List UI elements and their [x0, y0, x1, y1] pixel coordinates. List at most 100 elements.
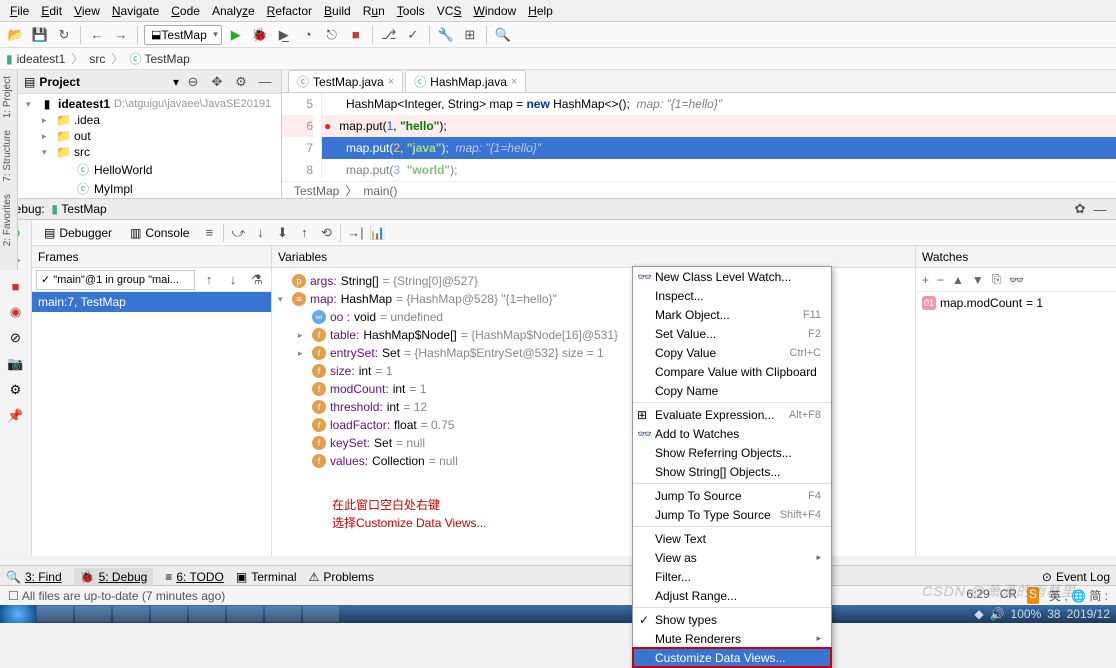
run-to-cursor-icon[interactable]: →|	[345, 223, 365, 243]
menu-file[interactable]: FFileile	[4, 4, 35, 18]
gear-icon[interactable]: ✿	[1070, 199, 1090, 219]
hide-icon[interactable]: —	[255, 72, 275, 92]
taskbar-app[interactable]	[151, 606, 187, 622]
tab-structure-vertical[interactable]: 7: Structure	[0, 124, 15, 188]
menu-edit[interactable]: Edit	[35, 4, 68, 18]
target-icon[interactable]: ✥	[207, 72, 227, 92]
dropdown-icon[interactable]: ▾	[173, 75, 179, 89]
tab-project-vertical[interactable]: 1: Project	[0, 70, 15, 124]
tab-debug[interactable]: 🐞 5: Debug	[74, 568, 154, 586]
settings-icon[interactable]: 🔧	[436, 25, 456, 45]
step-over-icon[interactable]: ⤻	[228, 223, 248, 243]
crumb-src[interactable]: src	[85, 52, 109, 66]
force-step-icon[interactable]: ⬇	[272, 223, 292, 243]
taskbar-app[interactable]	[75, 606, 111, 622]
menu-show-types[interactable]: ✓Show types	[633, 610, 831, 629]
tray-icon[interactable]: ◆	[974, 607, 983, 621]
stop-icon[interactable]: ■	[346, 25, 366, 45]
drop-frame-icon[interactable]: ⟲	[316, 223, 336, 243]
hide-icon[interactable]: —	[1090, 199, 1110, 219]
menu-window[interactable]: Window	[467, 4, 522, 18]
frame-row[interactable]: main:7, TestMap	[32, 292, 271, 312]
menu-run[interactable]: Run	[357, 4, 391, 18]
tab-find[interactable]: 🔍 3: Find	[6, 570, 62, 584]
menu-copy-value[interactable]: Copy ValueCtrl+C	[633, 343, 831, 362]
taskbar-app[interactable]	[189, 606, 225, 622]
vcs-icon[interactable]: ⎇	[379, 25, 399, 45]
menu-inspect[interactable]: Inspect...	[633, 286, 831, 305]
threads-icon[interactable]: ≡	[199, 223, 219, 243]
next-frame-icon[interactable]: ↓	[223, 270, 243, 290]
profile-icon[interactable]: ◔	[298, 25, 318, 45]
menu-tools[interactable]: Tools	[391, 4, 431, 18]
menu-compare[interactable]: Compare Value with Clipboard	[633, 362, 831, 381]
menu-set-value[interactable]: Set Value...F2	[633, 324, 831, 343]
menu-show-referring[interactable]: Show Referring Objects...	[633, 443, 831, 462]
menu-adjust-range[interactable]: Adjust Range...	[633, 586, 831, 605]
close-icon[interactable]: ×	[388, 76, 394, 88]
menu-view[interactable]: View	[68, 4, 106, 18]
collapse-icon[interactable]: ⊖	[183, 72, 203, 92]
pin-icon[interactable]: 📌	[6, 406, 26, 426]
taskbar-app[interactable]	[227, 606, 263, 622]
save-icon[interactable]: 💾	[30, 25, 50, 45]
thread-combo[interactable]: ✓ "main"@1 in group "mai...	[36, 270, 195, 290]
add-watch-icon[interactable]: +	[922, 273, 929, 287]
tray-icon[interactable]: 🔊	[990, 607, 1005, 621]
sync-icon[interactable]: ↻	[54, 25, 74, 45]
open-icon[interactable]: 📂	[6, 25, 26, 45]
attach-icon[interactable]: ⎋	[322, 25, 342, 45]
remove-watch-icon[interactable]: −	[937, 273, 944, 287]
taskbar-app[interactable]	[113, 606, 149, 622]
close-icon[interactable]: ×	[511, 76, 517, 88]
crumb-file[interactable]: ⓒ TestMap	[125, 50, 194, 67]
tab-terminal[interactable]: ▣ Terminal	[236, 570, 297, 584]
menu-show-string[interactable]: Show String[] Objects...	[633, 462, 831, 481]
tab-testmap[interactable]: ⓒTestMap.java×	[288, 70, 403, 92]
settings-icon[interactable]: ⚙	[6, 380, 26, 400]
menu-new-watch[interactable]: 👓New Class Level Watch...	[633, 267, 831, 286]
forward-icon[interactable]: →	[111, 25, 131, 45]
tab-todo[interactable]: ≡ 6: TODO	[165, 570, 224, 584]
menu-jump-type[interactable]: Jump To Type SourceShift+F4	[633, 505, 831, 524]
code-editor[interactable]: 5678 HashMap<Integer, String> map = new …	[282, 93, 1116, 181]
taskbar-app[interactable]	[37, 606, 73, 622]
run-icon[interactable]: ▶	[226, 25, 246, 45]
menu-add-watches[interactable]: 👓Add to Watches	[633, 424, 831, 443]
structure-icon[interactable]: ⊞	[460, 25, 480, 45]
crumb-project[interactable]: ideatest1	[13, 52, 70, 66]
tab-favorites-vertical[interactable]: 2: Favorites	[0, 188, 15, 252]
menu-code[interactable]: Code	[165, 4, 206, 18]
coverage-icon[interactable]: ▶̲	[274, 25, 294, 45]
menu-view-as[interactable]: View as▸	[633, 548, 831, 567]
taskbar-app[interactable]	[303, 606, 339, 622]
stop-icon[interactable]: ■	[6, 276, 26, 296]
breakpoints-icon[interactable]: ◉	[6, 302, 26, 322]
mute-bp-icon[interactable]: ⊘	[6, 328, 26, 348]
menu-evaluate[interactable]: ⊞Evaluate Expression...Alt+F8	[633, 405, 831, 424]
search-icon[interactable]: 🔍	[493, 25, 513, 45]
vcs2-icon[interactable]: ✓	[403, 25, 423, 45]
tab-problems[interactable]: ⚠ Problems	[309, 570, 374, 584]
start-button[interactable]	[0, 605, 36, 623]
tab-hashmap[interactable]: ⓒHashMap.java×	[405, 70, 526, 92]
menu-mark-object[interactable]: Mark Object...F11	[633, 305, 831, 324]
prev-frame-icon[interactable]: ↑	[199, 270, 219, 290]
debug-icon[interactable]: 🐞	[250, 25, 270, 45]
project-tree[interactable]: ▾▮ideatest1 D:\atguigu\javaee\JavaSE2019…	[18, 94, 281, 198]
evaluate-icon[interactable]: 📊	[367, 223, 387, 243]
run-config-combo[interactable]: ⬓ TestMap	[144, 25, 222, 45]
menu-copy-name[interactable]: Copy Name	[633, 381, 831, 400]
tab-debugger[interactable]: ▤ Debugger	[36, 224, 120, 242]
copy-icon[interactable]: ⎘	[992, 272, 1002, 287]
gear-icon[interactable]: ⚙	[231, 72, 251, 92]
watch-row[interactable]: 01 map.modCount = 1	[916, 292, 1116, 314]
menu-help[interactable]: Help	[522, 4, 559, 18]
menu-jump-source[interactable]: Jump To SourceF4	[633, 486, 831, 505]
menu-build[interactable]: Build	[318, 4, 357, 18]
camera-icon[interactable]: 📷	[6, 354, 26, 374]
menu-vcs[interactable]: VCS	[431, 4, 468, 18]
step-into-icon[interactable]: ↓	[250, 223, 270, 243]
filter-icon[interactable]: ⚗	[247, 270, 267, 290]
down-icon[interactable]: ▼	[972, 273, 984, 287]
